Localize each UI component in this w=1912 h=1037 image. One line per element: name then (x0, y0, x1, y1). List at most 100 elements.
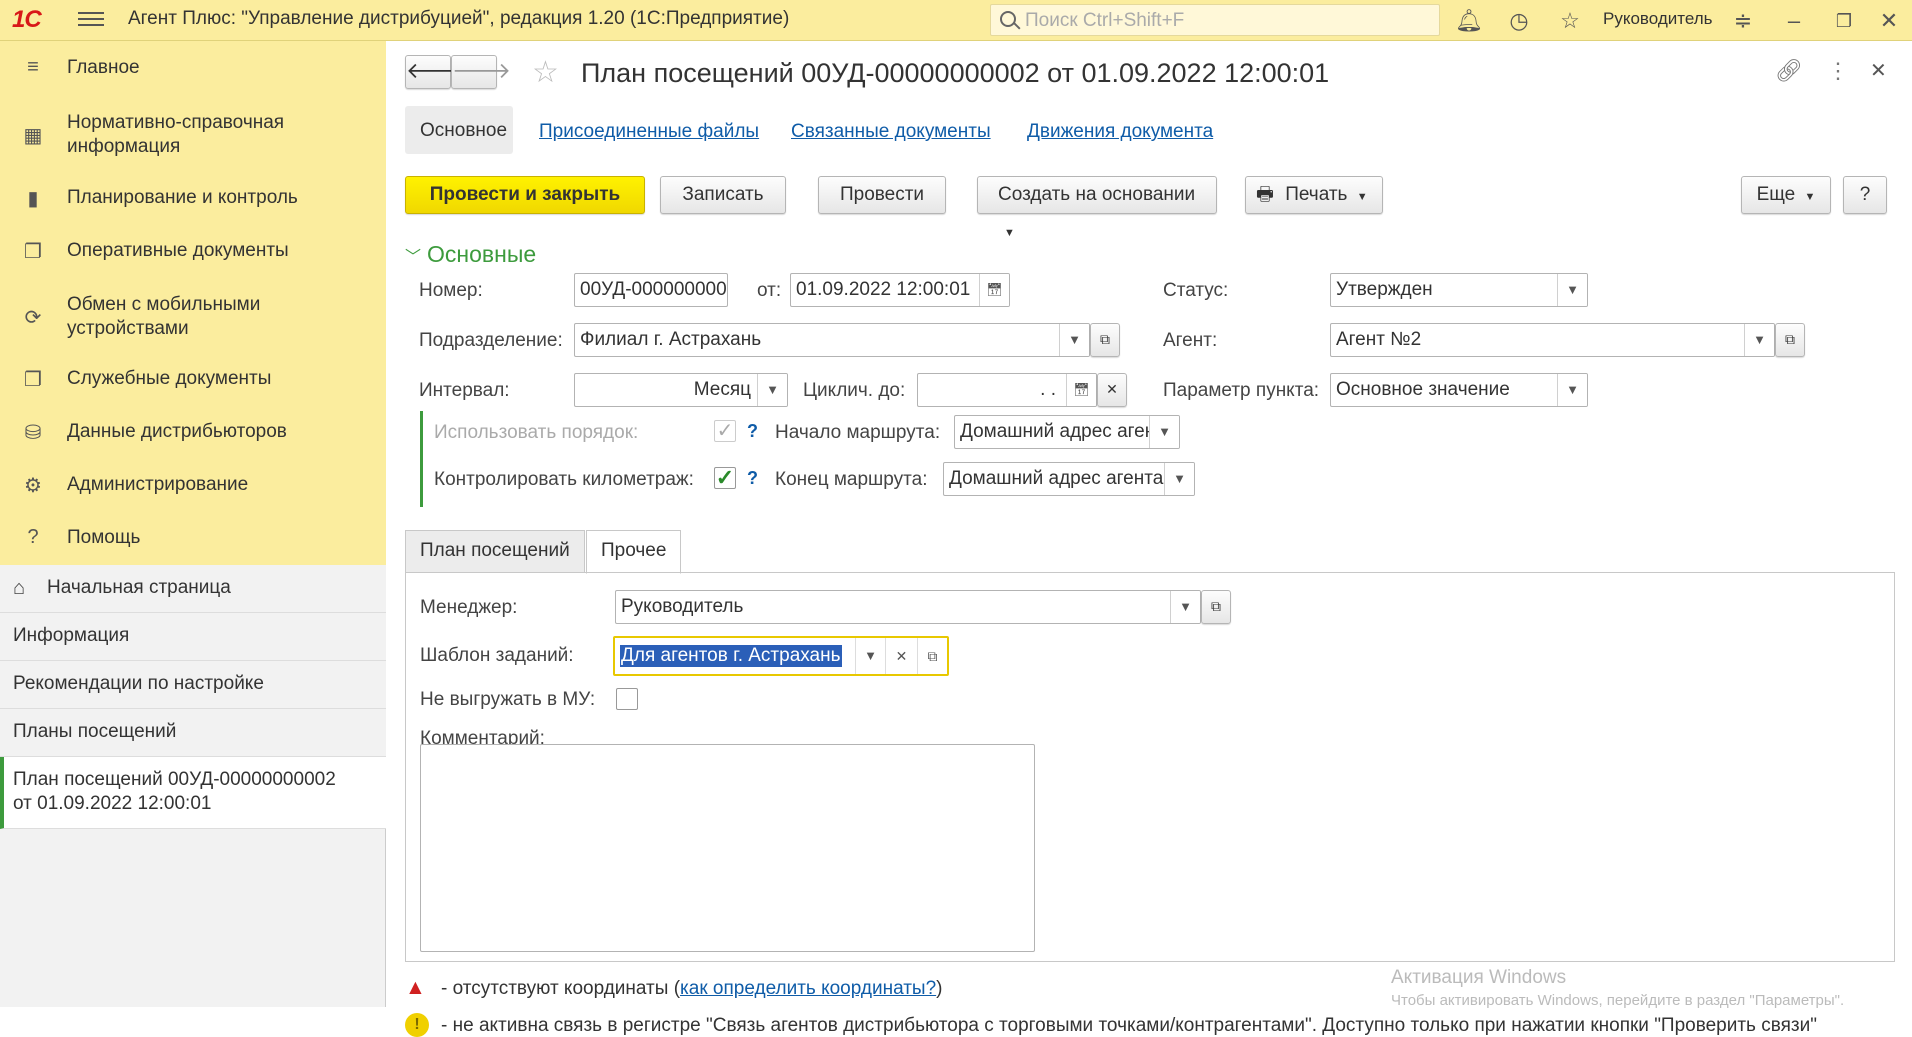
settings-icon[interactable]: ≑ (1729, 7, 1757, 35)
division-label: Подразделение: (419, 330, 563, 351)
open-manager-icon[interactable]: ⧉ (1201, 590, 1231, 624)
cycle-until-field[interactable]: . . 📅︎ (917, 373, 1097, 407)
date-label: от: (757, 280, 782, 301)
cycle-until-label: Циклич. до: (803, 380, 906, 401)
route-end-select[interactable]: Домашний адрес агента ▼ (943, 462, 1195, 496)
windows-activation-title: Активация Windows (1391, 967, 1567, 988)
no-upload-label: Не выгружать в МУ: (420, 689, 596, 710)
use-order-help-icon[interactable]: ? (747, 421, 758, 442)
open-division-icon[interactable]: ⧉ (1090, 323, 1120, 357)
point-param-select[interactable]: Основное значение ▼ (1330, 373, 1588, 407)
favorite-star-icon[interactable]: ☆ (532, 55, 559, 90)
database-icon: ⛁ (24, 422, 42, 444)
nav-recommendations[interactable]: Рекомендации по настройке (0, 661, 386, 709)
more-vert-icon[interactable]: ⋮ (1827, 58, 1849, 84)
app-logo: 1С (12, 6, 42, 33)
point-param-label: Параметр пункта: (1163, 380, 1320, 401)
sections-panel: ≡ Главное ▦ Нормативно-справочная информ… (0, 41, 386, 565)
gear-icon: ⚙ (24, 475, 42, 497)
chevron-down-icon: ▼ (1356, 191, 1368, 203)
open-template-icon[interactable]: ⧉ (917, 638, 947, 674)
save-button[interactable]: Записать (660, 176, 786, 214)
help-button[interactable]: ? (1843, 176, 1887, 214)
history-icon[interactable]: ◷ (1505, 7, 1533, 35)
nav-home[interactable]: ⌂ Начальная страница (0, 565, 386, 613)
dropdown-icon[interactable]: ▼ (1059, 324, 1089, 356)
no-upload-checkbox[interactable] (616, 688, 638, 710)
dropdown-icon[interactable]: ▼ (757, 374, 787, 406)
manager-field[interactable]: Руководитель ▼ (615, 590, 1201, 624)
interval-select[interactable]: Месяц ▼ (574, 373, 788, 407)
back-button[interactable]: 🡐 (405, 55, 465, 89)
sidebar: ≡ Главное ▦ Нормативно-справочная информ… (0, 41, 386, 1007)
chevron-down-icon: ▼ (1804, 191, 1816, 203)
dropdown-icon[interactable]: ▼ (855, 638, 885, 674)
page-title: План посещений 00УД-00000000002 от 01.09… (581, 58, 1330, 88)
inactive-link-note: - не активна связь в регистре "Связь аге… (441, 1015, 1817, 1036)
post-button[interactable]: Провести (818, 176, 946, 214)
route-start-label: Начало маршрута: (775, 422, 941, 443)
how-to-coords-link[interactable]: как определить координаты? (680, 978, 936, 999)
help-icon: ? (27, 526, 39, 548)
nav-current-document[interactable]: План посещений 00УД-00000000002 от 01.09… (0, 757, 386, 829)
nav-visit-plans[interactable]: Планы посещений (0, 709, 386, 757)
print-button[interactable]: 🖶︎ Печать ▼ (1245, 176, 1383, 214)
search-input[interactable]: Поиск Ctrl+Shift+F (990, 4, 1440, 36)
dropdown-icon[interactable]: ▼ (1170, 591, 1200, 623)
status-select[interactable]: Утвержден ▼ (1330, 273, 1588, 307)
dropdown-icon[interactable]: ▼ (1557, 274, 1587, 306)
close-form-icon[interactable]: ✕ (1870, 58, 1887, 83)
group-main-header[interactable]: ﹀ Основные (405, 241, 536, 268)
info-warning-icon: ! (405, 1013, 429, 1037)
agent-field[interactable]: Агент №2 ▼ (1330, 323, 1775, 357)
route-start-select[interactable]: Домашний адрес агента ▼ (954, 415, 1180, 449)
main-menu-icon[interactable] (78, 8, 104, 32)
forward-button[interactable]: 🡒 (451, 55, 511, 89)
group-border (420, 411, 423, 507)
route-end-label: Конец маршрута: (775, 469, 928, 490)
list-icon: ≡ (27, 56, 39, 78)
documents-icon: ❐ (24, 369, 42, 391)
calendar-icon[interactable]: 📅︎ (979, 274, 1009, 306)
tab-doc-movements[interactable]: Движения документа (1027, 121, 1213, 143)
clear-icon[interactable]: ✕ (885, 638, 917, 674)
close-icon[interactable]: ✕ (1875, 7, 1903, 35)
tab-related-docs[interactable]: Связанные документы (791, 121, 991, 143)
number-label: Номер: (419, 280, 483, 301)
minimize-icon[interactable]: – (1780, 7, 1808, 35)
tab-visit-plan[interactable]: План посещений (405, 530, 585, 572)
calendar-icon[interactable]: 📅︎ (1066, 374, 1096, 406)
comment-textarea[interactable] (420, 744, 1035, 952)
more-button[interactable]: Еще ▼ (1741, 176, 1831, 214)
use-order-checkbox[interactable]: ✓ (714, 420, 736, 442)
tab-other[interactable]: Прочее (586, 530, 682, 574)
link-icon[interactable]: 🔗︎ (1775, 58, 1803, 84)
restore-icon[interactable]: ❐ (1830, 7, 1858, 35)
bell-icon[interactable]: 🔔︎ (1455, 7, 1483, 35)
dropdown-icon[interactable]: ▼ (1149, 416, 1179, 448)
star-icon[interactable]: ☆ (1556, 7, 1584, 35)
tab-main[interactable]: Основное (405, 106, 513, 154)
open-agent-icon[interactable]: ⧉ (1775, 323, 1805, 357)
missing-coords-note: - отсутствуют координаты (как определить… (441, 978, 943, 999)
task-template-field[interactable]: Для агентов г. Астрахань ▼ ✕ ⧉ (613, 636, 949, 676)
control-km-checkbox[interactable]: ✓ (714, 467, 736, 489)
grid-icon: ▦ (23, 125, 43, 147)
date-field[interactable]: 01.09.2022 12:00:01 📅︎ (790, 273, 1010, 307)
manager-label: Менеджер: (420, 597, 518, 618)
post-and-close-button[interactable]: Провести и закрыть (405, 176, 645, 214)
dropdown-icon[interactable]: ▼ (1744, 324, 1774, 356)
dropdown-icon[interactable]: ▼ (1164, 463, 1194, 495)
tab-attached-files[interactable]: Присоединенные файлы (539, 121, 759, 143)
clear-icon[interactable]: ✕ (1097, 373, 1127, 407)
create-based-on-button[interactable]: Создать на основании ▼ (977, 176, 1217, 239)
control-km-help-icon[interactable]: ? (747, 468, 758, 489)
division-field[interactable]: Филиал г. Астрахань ▼ (574, 323, 1090, 357)
document-form: 🡐 🡒 ☆ План посещений 00УД-00000000002 от… (387, 41, 1912, 1037)
user-name[interactable]: Руководитель (1603, 9, 1713, 29)
number-field[interactable]: 00УД-00000000002 (574, 273, 728, 307)
control-km-label: Контролировать километраж: (434, 469, 694, 490)
nav-info[interactable]: Информация (0, 613, 386, 661)
sync-icon: ⟳ (24, 307, 42, 329)
dropdown-icon[interactable]: ▼ (1557, 374, 1587, 406)
